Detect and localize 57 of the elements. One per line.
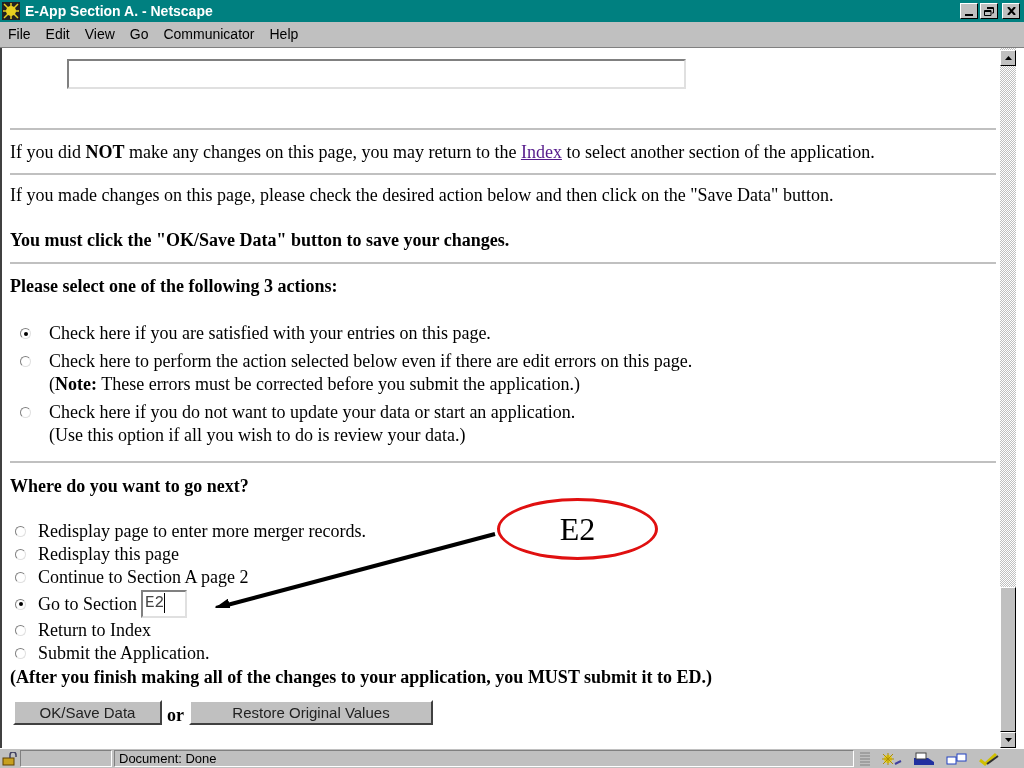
restore-values-button[interactable]: Restore Original Values [189, 700, 433, 725]
scroll-down-icon[interactable] [1004, 738, 1012, 742]
option-label: (Use this option if all you wish to do is review your data.) [49, 424, 467, 447]
menu-item[interactable]: Go [129, 24, 149, 45]
radio-button[interactable] [20, 356, 31, 367]
radio-button[interactable] [15, 526, 26, 537]
menu-item[interactable]: Help [269, 24, 299, 45]
restore-button[interactable] [980, 3, 998, 19]
radio-button[interactable] [15, 572, 26, 583]
radio-button[interactable] [15, 598, 26, 610]
close-button[interactable] [1002, 3, 1020, 19]
option-label: Check here if you are satisfied with your entries on this page. [49, 322, 491, 345]
vertical-scrollbar[interactable] [1000, 48, 1016, 748]
radio-button[interactable] [20, 328, 31, 339]
chat-bubbles-icon[interactable] [946, 751, 968, 766]
status-text: Document: Done [119, 749, 217, 768]
radio-button[interactable] [15, 625, 26, 636]
option-label: Continue to Section A page 2 [38, 566, 249, 589]
window-title: E-App Section A. - Netscape [25, 1, 213, 21]
scroll-up-icon[interactable] [1004, 56, 1012, 60]
option-label: Redisplay this page [38, 543, 179, 566]
close-icon [1006, 7, 1016, 15]
option-label: Redisplay page to enter more merger records. [38, 520, 367, 543]
option-label: Submit the Application. [38, 642, 210, 665]
actions-heading: Please select one of the following 3 actions: [10, 275, 339, 297]
section-input[interactable]: E2 [141, 590, 187, 618]
lock-icon [2, 751, 18, 766]
index-link[interactable]: Index [520, 142, 562, 162]
navigator-icon[interactable] [880, 751, 902, 766]
option-label: (Note: These errors must be corrected before you submit the application.) [49, 373, 581, 396]
next-heading: Where do you want to go next? [10, 475, 250, 497]
submit-note: (After you finish making all of the changes to your application, you MUST submit it to ED.) [10, 666, 714, 688]
restore-icon [984, 6, 994, 16]
menu-item[interactable]: View [84, 24, 115, 45]
option-label: Return to Index [38, 619, 151, 642]
app-icon [2, 2, 20, 20]
callout-ellipse: E2 [497, 498, 658, 560]
text-field[interactable] [67, 59, 686, 89]
save-data-button[interactable]: OK/Save Data [13, 700, 162, 725]
radio-button[interactable] [15, 648, 26, 659]
index-note: If you did NOT make any changes on this page, you may return to the Index to select another section of the application. [10, 141, 876, 163]
minimize-button[interactable] [960, 3, 978, 19]
option-label: Check here if you do not want to update your data or start an application. [49, 401, 576, 424]
option-label: Check here to perform the action selected below even if there are edit errors on this page. [49, 350, 693, 373]
grip-icon [860, 751, 870, 766]
save-warning: You must click the "OK/Save Data" button to save your changes. [10, 229, 511, 251]
radio-button[interactable] [15, 549, 26, 560]
mailbox-icon[interactable] [912, 751, 936, 766]
option-label: Go to Section [38, 592, 137, 616]
menu-item[interactable]: Communicator [163, 24, 255, 45]
pencil-check-icon[interactable] [978, 751, 1000, 766]
menu-item[interactable]: Edit [45, 24, 70, 45]
menu-item[interactable]: File [8, 24, 31, 45]
instruction-text: If you made changes on this page, please check the desired action below and then click on the "Save Data" button. [10, 184, 835, 206]
scrollbar-thumb[interactable] [1000, 587, 1016, 732]
radio-button[interactable] [20, 407, 31, 418]
or-label: or [167, 705, 184, 725]
